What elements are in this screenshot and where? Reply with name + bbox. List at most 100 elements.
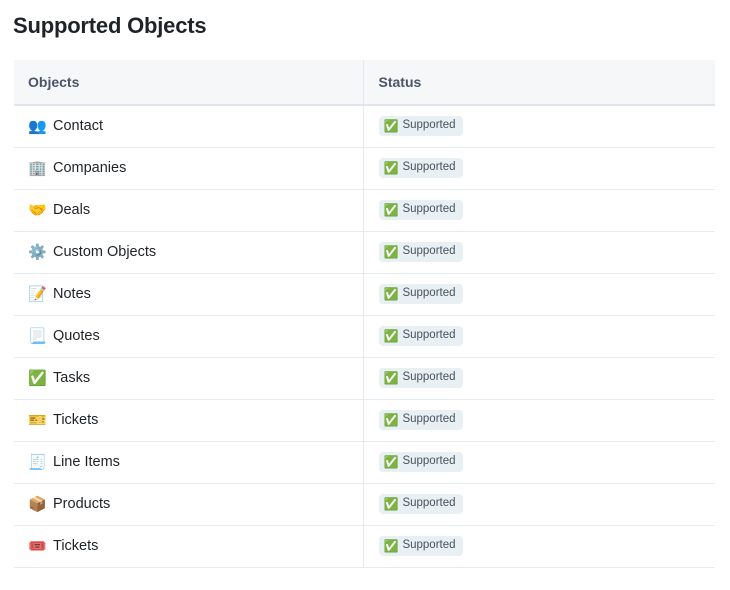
check-mark-button-icon: ✅	[383, 203, 399, 218]
object-cell: 📃 Quotes	[14, 315, 363, 358]
admission-ticket-icon: 🎟️	[28, 537, 47, 555]
object-cell-content: 📝 Notes	[28, 287, 363, 302]
check-mark-button-icon: ✅	[383, 371, 399, 386]
table-header: Objects Status	[14, 59, 715, 106]
object-name-label: Line Items	[53, 453, 120, 470]
check-mark-button-icon: ✅	[383, 161, 399, 176]
status-badge-label: Supported	[402, 119, 456, 132]
table-row: 🤝 Deals ✅ Supported	[14, 189, 715, 232]
object-cell: 🎟️ Tickets	[14, 525, 363, 568]
status-badge-label: Supported	[402, 287, 456, 300]
object-name-label: Tickets	[53, 411, 99, 428]
memo-icon: 📝	[28, 285, 47, 303]
status-badge: ✅ Supported	[378, 284, 463, 304]
check-mark-button-icon: ✅	[383, 497, 399, 512]
object-cell: ✅ Tasks	[14, 357, 363, 400]
status-badge-label: Supported	[402, 203, 456, 216]
gear-icon: ⚙️	[28, 243, 47, 261]
column-header-status: Status	[362, 59, 715, 106]
status-badge-label: Supported	[402, 539, 456, 552]
status-badge-label: Supported	[402, 497, 456, 510]
status-badge: ✅ Supported	[378, 410, 463, 430]
supported-objects-page: Supported Objects Objects Status 👥 Contac…	[0, 12, 730, 568]
busts-in-silhouette-icon: 👥	[28, 117, 47, 135]
status-cell: ✅ Supported	[362, 104, 715, 148]
status-badge-label: Supported	[402, 371, 456, 384]
table-row: 📃 Quotes ✅ Supported	[14, 315, 715, 358]
object-cell: 🤝 Deals	[14, 189, 363, 232]
object-cell: 🎫 Tickets	[14, 399, 363, 442]
check-mark-button-icon: ✅	[383, 119, 399, 134]
object-name-label: Companies	[53, 159, 127, 176]
object-cell: 📦 Products	[14, 483, 363, 526]
table-row: ✅ Tasks ✅ Supported	[14, 357, 715, 400]
table-row: 📦 Products ✅ Supported	[14, 483, 715, 526]
receipt-icon: 🧾	[28, 453, 47, 471]
object-cell-content: 🧾 Line Items	[28, 455, 363, 470]
supported-objects-table-wrapper: Objects Status 👥 Contact ✅ Supported 🏢 Compan…	[14, 59, 715, 568]
check-mark-button-icon: ✅	[28, 369, 47, 387]
status-badge: ✅ Supported	[378, 494, 463, 514]
object-cell: 📝 Notes	[14, 273, 363, 316]
table-row: 👥 Contact ✅ Supported	[14, 104, 715, 148]
office-building-icon: 🏢	[28, 159, 47, 177]
table-body: 👥 Contact ✅ Supported 🏢 Companies ✅ Supported 🤝 D…	[14, 104, 715, 568]
object-cell: ⚙️ Custom Objects	[14, 231, 363, 274]
page-title: Supported Objects	[13, 13, 207, 38]
status-cell: ✅ Supported	[362, 147, 715, 190]
status-cell: ✅ Supported	[362, 357, 715, 400]
status-badge-label: Supported	[402, 413, 456, 426]
status-cell: ✅ Supported	[362, 399, 715, 442]
status-badge: ✅ Supported	[378, 158, 463, 178]
object-name-label: Tickets	[53, 537, 99, 554]
check-mark-button-icon: ✅	[383, 413, 399, 428]
status-cell: ✅ Supported	[362, 525, 715, 568]
table-header-row: Objects Status	[14, 59, 715, 106]
status-cell: ✅ Supported	[362, 231, 715, 274]
status-badge: ✅ Supported	[378, 536, 463, 556]
status-badge: ✅ Supported	[378, 452, 463, 472]
supported-objects-table: Objects Status 👥 Contact ✅ Supported 🏢 Compan…	[14, 59, 715, 568]
handshake-icon: 🤝	[28, 201, 47, 219]
check-mark-button-icon: ✅	[383, 245, 399, 260]
object-cell-content: 📃 Quotes	[28, 329, 363, 344]
table-row: 🏢 Companies ✅ Supported	[14, 147, 715, 190]
object-name-label: Tasks	[53, 369, 91, 386]
status-badge: ✅ Supported	[378, 326, 463, 346]
object-name-label: Quotes	[53, 327, 100, 344]
status-badge: ✅ Supported	[378, 368, 463, 388]
status-badge-label: Supported	[402, 329, 456, 342]
object-cell: 🧾 Line Items	[14, 441, 363, 484]
object-name-label: Notes	[53, 285, 91, 302]
table-row: 🧾 Line Items ✅ Supported	[14, 441, 715, 484]
object-name-label: Deals	[53, 201, 91, 218]
object-cell-content: 👥 Contact	[28, 119, 363, 134]
status-badge-label: Supported	[402, 161, 456, 174]
ticket-card-icon: 🎫	[28, 411, 47, 429]
check-mark-button-icon: ✅	[383, 539, 399, 554]
object-cell-content: 🎫 Tickets	[28, 413, 363, 428]
check-mark-button-icon: ✅	[383, 329, 399, 344]
object-cell-content: 🤝 Deals	[28, 203, 363, 218]
table-row: 📝 Notes ✅ Supported	[14, 273, 715, 316]
status-cell: ✅ Supported	[362, 273, 715, 316]
status-cell: ✅ Supported	[362, 483, 715, 526]
object-cell: 👥 Contact	[14, 104, 363, 148]
status-cell: ✅ Supported	[362, 189, 715, 232]
table-row: ⚙️ Custom Objects ✅ Supported	[14, 231, 715, 274]
column-header-objects: Objects	[14, 59, 363, 106]
object-cell-content: 📦 Products	[28, 497, 363, 512]
package-icon: 📦	[28, 495, 47, 513]
object-name-label: Products	[53, 495, 111, 512]
object-cell-content: 🏢 Companies	[28, 161, 363, 176]
status-badge: ✅ Supported	[378, 116, 463, 136]
object-name-label: Contact	[53, 117, 103, 134]
page-with-curl-icon: 📃	[28, 327, 47, 345]
check-mark-button-icon: ✅	[383, 287, 399, 302]
object-name-label: Custom Objects	[53, 243, 157, 260]
object-cell: 🏢 Companies	[14, 147, 363, 190]
status-cell: ✅ Supported	[362, 315, 715, 358]
status-badge-label: Supported	[402, 455, 456, 468]
status-badge: ✅ Supported	[378, 242, 463, 262]
status-badge: ✅ Supported	[378, 200, 463, 220]
